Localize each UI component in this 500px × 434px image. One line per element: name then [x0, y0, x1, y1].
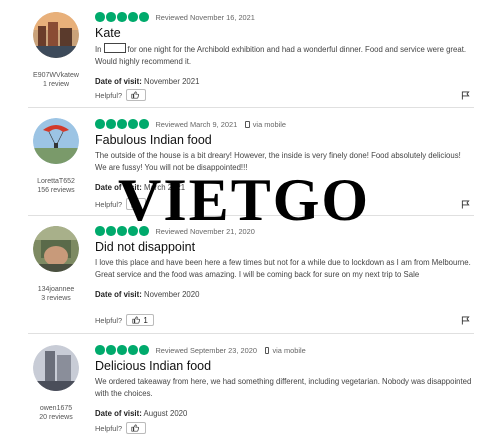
review-meta: Reviewed November 16, 2021 [95, 11, 474, 23]
thumbs-up-icon [131, 91, 139, 99]
reviewer-contribution-count: 20 reviews [39, 414, 73, 421]
reviewer-contribution-count: 3 reviews [41, 295, 71, 302]
avatar[interactable] [33, 12, 79, 58]
rating-bubbles [95, 12, 150, 22]
review-card: E907WVkatew 1 review Reviewed November 1… [0, 0, 500, 108]
rating-bubble-icon [117, 119, 127, 129]
flag-icon[interactable] [461, 316, 470, 325]
via-mobile: via mobile [264, 345, 306, 355]
date-of-visit-label: Date of visit: [95, 289, 142, 299]
helpful-label: Helpful? [95, 90, 123, 100]
reviewer-info: LorettaT652 156 reviews [28, 118, 84, 194]
review-text-rest: for one night for the Archibold exhibiti… [95, 45, 467, 67]
review-card: 134joannee 3 reviews Reviewed November 2… [0, 216, 500, 334]
reviewer-username[interactable]: 134joannee [28, 286, 84, 293]
watermark: VIETGO [118, 167, 371, 233]
review-title[interactable]: Delicious Indian food [95, 359, 474, 374]
avatar[interactable] [33, 226, 79, 272]
rating-bubble-icon [95, 119, 105, 129]
date-of-visit-value: August 2020 [143, 408, 188, 418]
helpful-label: Helpful? [95, 423, 123, 433]
helpful-row: Helpful? [95, 89, 147, 101]
rating-bubble-icon [139, 119, 149, 129]
avatar[interactable] [33, 118, 79, 164]
reviewer-info: owen1675 20 reviews [28, 345, 84, 421]
review-text: We ordered takeaway from here, we had so… [95, 377, 472, 399]
reviewer-username[interactable]: LorettaT652 [28, 178, 84, 185]
flag-icon[interactable] [461, 91, 470, 100]
reviewer-username[interactable]: owen1675 [28, 405, 84, 412]
review-title[interactable]: Did not disappoint [95, 240, 474, 255]
rating-bubble-icon [128, 345, 138, 355]
helpful-label: Helpful? [95, 315, 123, 325]
helpful-button[interactable] [126, 89, 147, 101]
rating-bubble-icon [106, 12, 116, 22]
thumbs-up-icon [132, 316, 141, 324]
rating-bubbles [95, 345, 150, 355]
rating-bubble-icon [106, 119, 116, 129]
flag-icon[interactable] [461, 200, 470, 209]
rating-bubble-icon [117, 12, 127, 22]
review-date: Reviewed September 23, 2020 [155, 345, 257, 355]
review-meta: Reviewed March 9, 2021 via mobile [95, 118, 474, 130]
rating-bubble-icon [128, 12, 138, 22]
date-of-visit-value: November 2021 [143, 76, 200, 86]
review-meta: Reviewed September 23, 2020 via mobile [95, 344, 474, 356]
date-of-visit-label: Date of visit: [95, 76, 142, 86]
rating-bubbles [95, 119, 150, 129]
reviewer-info: 134joannee 3 reviews [28, 226, 84, 302]
rating-bubble-icon [128, 119, 138, 129]
helpful-row: Helpful? 1 [95, 314, 155, 326]
rating-bubble-icon [106, 226, 116, 236]
rating-bubble-icon [95, 345, 105, 355]
review-title[interactable]: Kate [95, 26, 474, 41]
mobile-phone-icon [264, 346, 270, 354]
date-of-visit-value: November 2020 [143, 289, 200, 299]
review-date: Reviewed November 16, 2021 [155, 12, 255, 22]
helpful-row: Helpful? [95, 422, 147, 434]
review-title[interactable]: Fabulous Indian food [95, 133, 474, 148]
avatar[interactable] [33, 345, 79, 391]
rating-bubble-icon [95, 12, 105, 22]
reviewer-info: E907WVkatew 1 review [28, 12, 84, 88]
review-text-start: In [95, 45, 102, 54]
review-card: owen1675 20 reviews Reviewed September 2… [0, 334, 500, 434]
reviewer-contribution-count: 1 review [42, 81, 70, 88]
via-mobile-label: via mobile [272, 345, 306, 355]
review-date: Reviewed March 9, 2021 [155, 119, 238, 129]
date-of-visit: Date of visit: August 2020 [95, 409, 474, 418]
thumbs-up-icon [131, 424, 139, 432]
rating-bubble-icon [139, 345, 149, 355]
helpful-count: 1 [143, 315, 148, 325]
reviewer-username[interactable]: E907WVkatew [28, 72, 84, 79]
review-text: I love this place and have been here a f… [95, 258, 471, 280]
helpful-button[interactable] [126, 422, 147, 434]
review-text: In for one night for the Archibold exhibi… [95, 43, 474, 69]
rating-bubble-icon [106, 345, 116, 355]
mobile-phone-icon [245, 120, 250, 128]
rating-bubble-icon [117, 345, 127, 355]
reviewer-contribution-count: 156 reviews [37, 187, 75, 194]
date-of-visit: Date of visit: November 2020 [95, 290, 474, 299]
date-of-visit-label: Date of visit: [95, 408, 142, 418]
via-mobile: via mobile [245, 120, 286, 129]
via-mobile-label: via mobile [252, 119, 287, 129]
helpful-button[interactable]: 1 [126, 314, 155, 326]
redaction-box [103, 43, 126, 53]
rating-bubble-icon [139, 12, 149, 22]
rating-bubble-icon [95, 226, 105, 236]
date-of-visit: Date of visit: November 2021 [95, 77, 474, 86]
